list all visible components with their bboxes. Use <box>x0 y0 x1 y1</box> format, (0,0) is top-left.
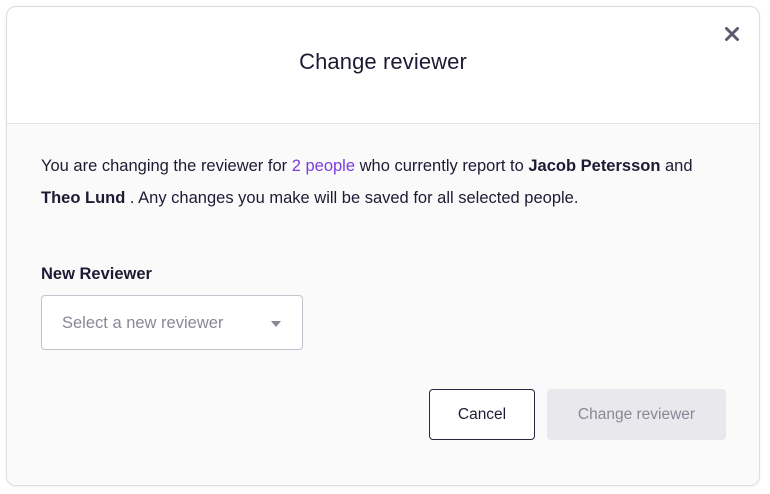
dialog-title: Change reviewer <box>299 49 467 74</box>
people-link[interactable]: 2 people <box>292 157 355 175</box>
dialog-body: You are changing the reviewer for 2 peop… <box>7 124 759 485</box>
new-reviewer-select[interactable]: Select a new reviewer <box>41 295 303 350</box>
dialog-header: Change reviewer <box>7 7 759 124</box>
close-button[interactable] <box>719 21 745 47</box>
caret-down-icon <box>271 321 281 327</box>
description-mid: who currently report to <box>355 157 529 175</box>
change-reviewer-dialog: Change reviewer You are changing the rev… <box>6 6 760 486</box>
manager-name-2: Theo Lund <box>41 188 126 207</box>
new-reviewer-label: New Reviewer <box>41 265 152 283</box>
description-suffix: . Any changes you make will be saved for… <box>125 188 579 207</box>
description-text: You are changing the reviewer for 2 peop… <box>41 151 721 214</box>
manager-name-1: Jacob Petersson <box>528 157 661 175</box>
description-prefix: You are changing the reviewer for <box>41 157 292 175</box>
cancel-button[interactable]: Cancel <box>429 389 535 440</box>
select-placeholder: Select a new reviewer <box>62 314 224 332</box>
close-icon <box>725 27 739 41</box>
description-and: and <box>660 157 693 175</box>
change-reviewer-button[interactable]: Change reviewer <box>547 389 726 440</box>
